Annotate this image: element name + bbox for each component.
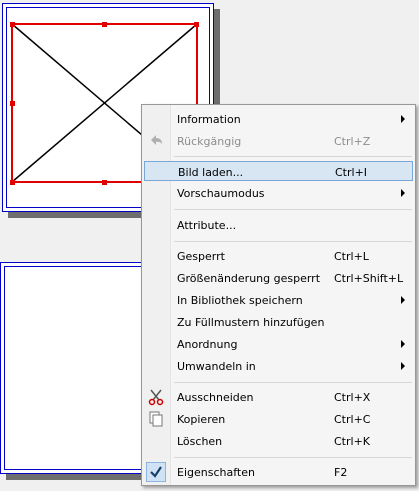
menu-item-add-to-patterns[interactable]: Zu Füllmustern hinzufügen	[144, 312, 413, 332]
menu-item-delete[interactable]: Löschen Ctrl+K	[144, 431, 413, 451]
menu-separator	[174, 457, 412, 458]
menu-separator	[174, 382, 412, 383]
resize-handle[interactable]	[102, 22, 107, 27]
menu-item-label: Rückgängig	[177, 135, 242, 148]
menu-separator	[174, 209, 412, 210]
menu-item-properties[interactable]: Eigenschaften F2	[144, 462, 413, 482]
menu-item-shortcut: Ctrl+Z	[334, 135, 371, 148]
menu-item-load-image[interactable]: Bild laden... Ctrl+I	[144, 161, 413, 181]
menu-item-attributes[interactable]: Attribute...	[144, 215, 413, 235]
checkmark-icon	[147, 463, 165, 481]
menu-item-save-to-library[interactable]: In Bibliothek speichern	[144, 290, 413, 310]
menu-item-label: Information	[177, 113, 241, 126]
menu-item-undo[interactable]: Rückgängig Ctrl+Z	[144, 131, 413, 151]
menu-item-label: Ausschneiden	[177, 391, 254, 404]
menu-item-convert-to[interactable]: Umwandeln in	[144, 356, 413, 376]
resize-handle[interactable]	[102, 180, 107, 185]
menu-item-label: Größenänderung gesperrt	[177, 272, 321, 285]
menu-item-shortcut: Ctrl+X	[334, 391, 371, 404]
menu-item-size-locked[interactable]: Größenänderung gesperrt Ctrl+Shift+L	[144, 268, 413, 288]
submenu-arrow-icon	[401, 340, 405, 348]
resize-handle[interactable]	[194, 22, 199, 27]
context-menu: Information Rückgängig Ctrl+Z Bild laden…	[141, 104, 416, 486]
menu-item-label: Löschen	[177, 435, 223, 448]
menu-item-shortcut: Ctrl+K	[334, 435, 371, 448]
menu-item-locked[interactable]: Gesperrt Ctrl+L	[144, 246, 413, 266]
resize-handle[interactable]	[10, 180, 15, 185]
resize-handle[interactable]	[10, 22, 15, 27]
menu-item-shortcut: F2	[334, 466, 348, 479]
menu-item-cut[interactable]: Ausschneiden Ctrl+X	[144, 387, 413, 407]
menu-item-copy[interactable]: Kopieren Ctrl+C	[144, 409, 413, 429]
menu-item-label: Gesperrt	[177, 250, 225, 263]
menu-item-label: Eigenschaften	[177, 466, 255, 479]
menu-item-label: Umwandeln in	[177, 360, 256, 373]
submenu-arrow-icon	[401, 296, 405, 304]
menu-item-shortcut: Ctrl+C	[334, 413, 371, 426]
copy-icon	[147, 410, 165, 428]
submenu-arrow-icon	[401, 189, 405, 197]
menu-item-shortcut: Ctrl+Shift+L	[334, 272, 404, 285]
menu-item-label: Anordnung	[177, 338, 238, 351]
menu-separator	[174, 156, 412, 157]
menu-item-label: Vorschaumodus	[177, 187, 265, 200]
menu-item-shortcut: Ctrl+I	[335, 166, 368, 179]
menu-item-preview-mode[interactable]: Vorschaumodus	[144, 183, 413, 203]
menu-item-label: Kopieren	[177, 413, 226, 426]
scissors-icon	[147, 388, 165, 406]
menu-item-label: Attribute...	[177, 219, 237, 232]
menu-item-label: Zu Füllmustern hinzufügen	[177, 316, 325, 329]
submenu-arrow-icon	[401, 362, 405, 370]
menu-separator	[174, 241, 412, 242]
menu-item-arrangement[interactable]: Anordnung	[144, 334, 413, 354]
menu-item-label: Bild laden...	[178, 166, 244, 179]
menu-item-label: In Bibliothek speichern	[177, 294, 303, 307]
menu-item-information[interactable]: Information	[144, 109, 413, 129]
submenu-arrow-icon	[401, 115, 405, 123]
resize-handle[interactable]	[10, 101, 15, 106]
menu-item-shortcut: Ctrl+L	[334, 250, 369, 263]
undo-icon	[147, 132, 165, 150]
